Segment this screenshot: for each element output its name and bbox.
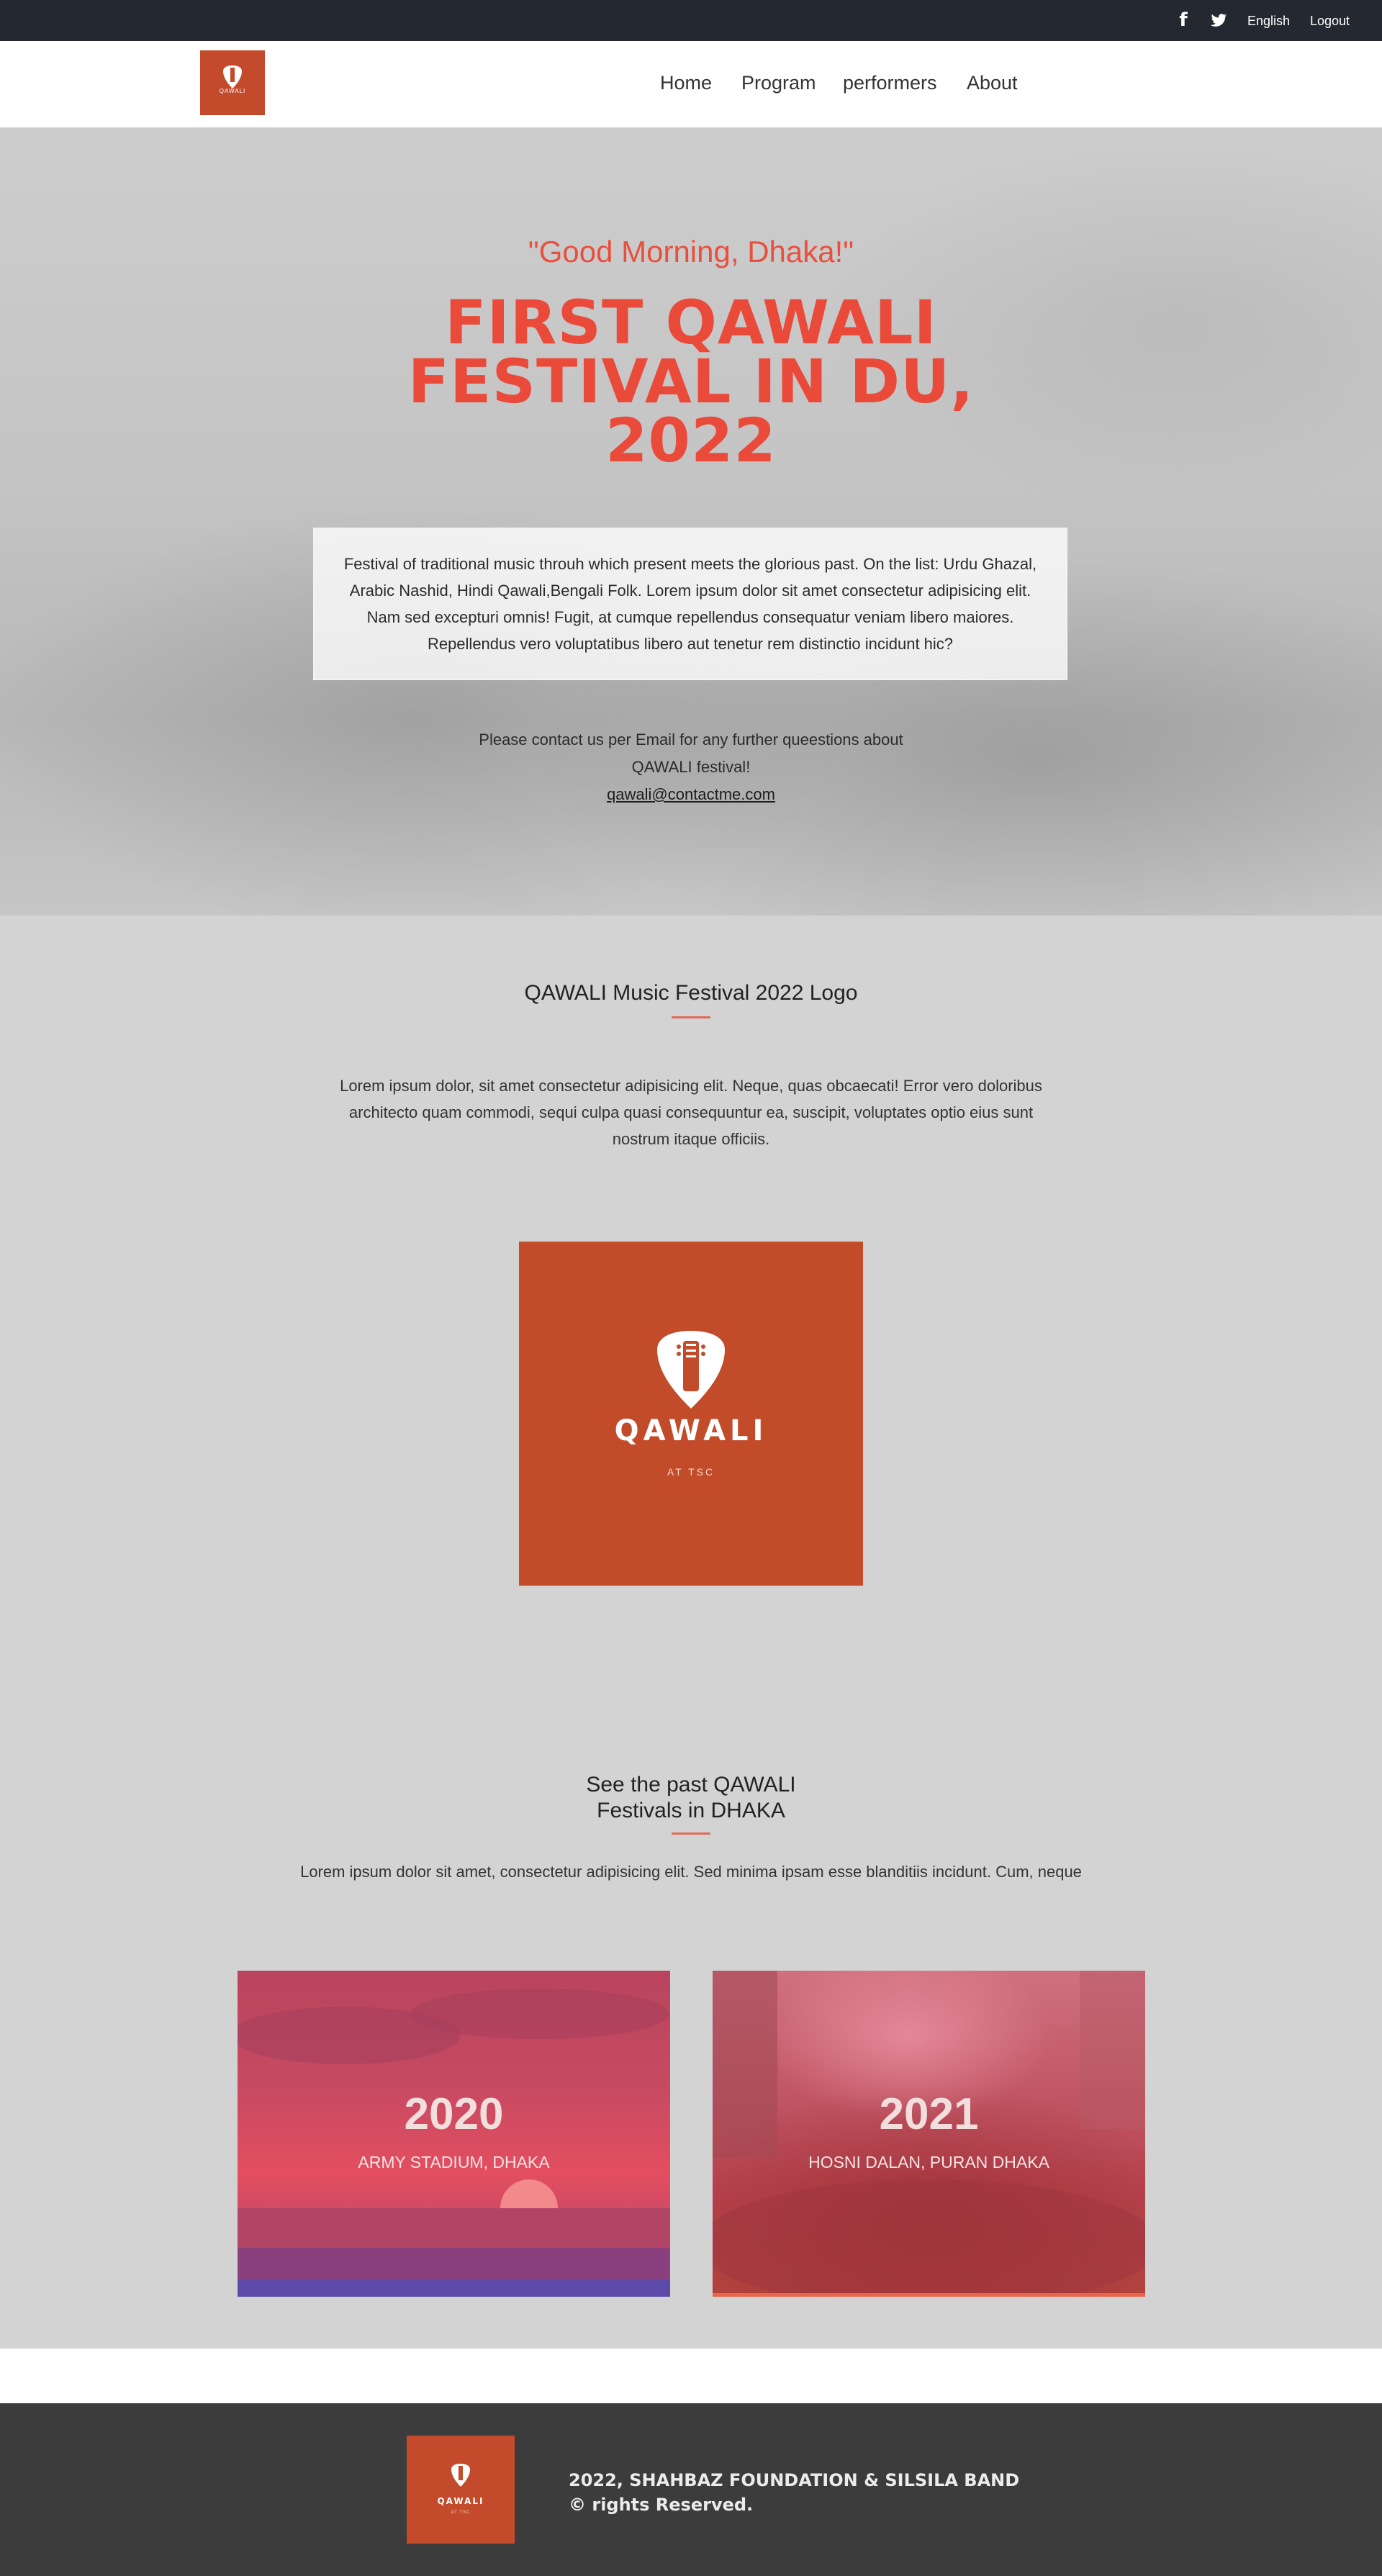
language-link[interactable]: English xyxy=(1247,14,1290,28)
footer-logo-subtitle: AT TSC xyxy=(451,2511,471,2515)
twitter-icon[interactable] xyxy=(1209,10,1228,30)
footer-spacer xyxy=(0,2349,1382,2403)
festival-logo: QAWALI AT TSC xyxy=(519,1242,863,1586)
card-year: 2020 xyxy=(404,2089,504,2139)
hero-greeting: "Good Morning, Dhaka!" xyxy=(528,235,854,268)
footer-logo-name: QAWALI xyxy=(437,2496,484,2506)
footer-copyright: 2022, SHAHBAZ FOUNDATION & SILSILA BAND … xyxy=(569,2468,1019,2517)
card-location: HOSNI DALAN, PURAN DHAKA xyxy=(808,2153,1049,2171)
top-bar: f English Logout xyxy=(0,0,1382,41)
title-divider xyxy=(672,1016,710,1018)
past-title-line1: See the past QAWALI xyxy=(586,1773,796,1797)
hero-description: Festival of traditional music throuh whi… xyxy=(313,528,1067,680)
logo-section-text: Lorem ipsum dolor, sit amet consectetur … xyxy=(340,1077,1042,1148)
hero-title: FIRST QAWALI FESTIVAL IN DU, 2022 xyxy=(407,287,975,476)
brand-text: QAWALI xyxy=(219,88,246,94)
footer-line1: 2022, SHAHBAZ FOUNDATION & SILSILA BAND xyxy=(569,2470,1020,2490)
guitar-pick-icon xyxy=(451,2464,470,2487)
logo-name: QAWALI xyxy=(614,1414,768,1447)
past-section-text: Lorem ipsum dolor sit amet, consectetur … xyxy=(300,1863,1082,1881)
nav-program[interactable]: Program xyxy=(741,71,816,94)
footer-line2: © rights Reserved. xyxy=(569,2495,754,2515)
main-navbar: QAWALI Home Program performers About xyxy=(0,41,1382,127)
past-section-title: See the past QAWALI Festivals in DHAKA xyxy=(0,1772,1382,1824)
festival-card-2021[interactable]: 2021 HOSNI DALAN, PURAN DHAKA xyxy=(713,1971,1145,2297)
contact-email-link[interactable]: qawali@contactme.com xyxy=(607,785,775,803)
logo-section-title: QAWALI Music Festival 2022 Logo xyxy=(524,981,858,1005)
hero-contact: Please contact us per Email for any furt… xyxy=(475,726,907,808)
nav-performers[interactable]: performers xyxy=(843,71,937,94)
brand-logo[interactable]: QAWALI xyxy=(200,50,265,115)
nav-home[interactable]: Home xyxy=(660,71,712,94)
hero-section: "Good Morning, Dhaka!" FIRST QAWALI FEST… xyxy=(0,127,1382,916)
logout-link[interactable]: Logout xyxy=(1310,14,1350,28)
festival-card-2020[interactable]: 2020 ARMY STADIUM, DHAKA xyxy=(238,1971,670,2297)
guitar-pick-icon xyxy=(223,65,242,89)
contact-text: Please contact us per Email for any furt… xyxy=(479,731,903,776)
card-location: ARMY STADIUM, DHAKA xyxy=(358,2153,550,2171)
nav-about[interactable]: About xyxy=(967,71,1018,94)
title-divider xyxy=(672,1832,710,1835)
footer: QAWALI AT TSC 2022, SHAHBAZ FOUNDATION &… xyxy=(0,2403,1382,2576)
guitar-pick-icon xyxy=(657,1331,725,1409)
facebook-icon[interactable]: f xyxy=(1176,10,1191,30)
logo-subtitle: AT TSC xyxy=(667,1466,715,1478)
card-year: 2021 xyxy=(879,2089,979,2139)
past-title-line2: Festivals in DHAKA xyxy=(597,1799,785,1822)
footer-logo[interactable]: QAWALI AT TSC xyxy=(407,2436,515,2544)
